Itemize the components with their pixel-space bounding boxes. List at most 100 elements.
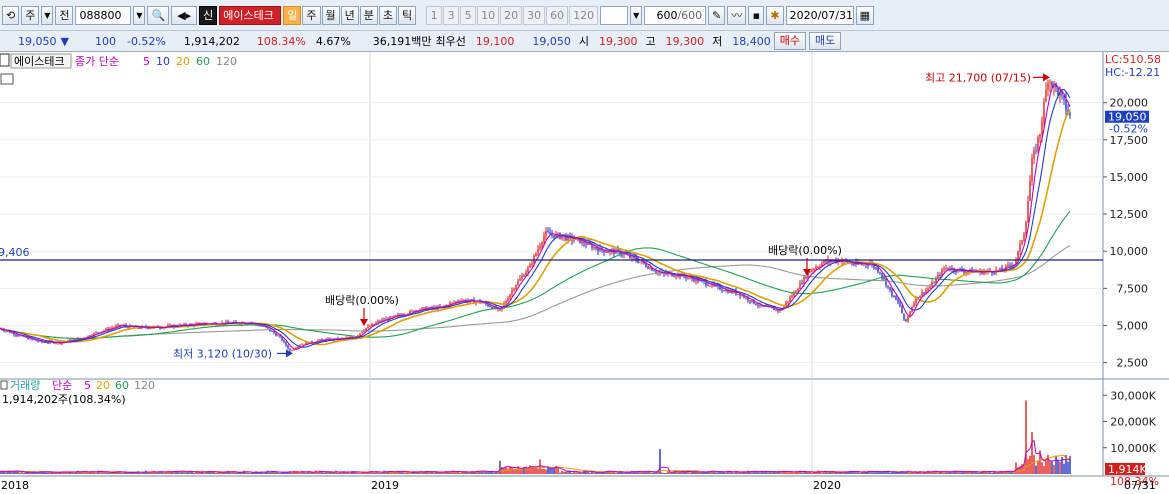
candle-body [737, 294, 739, 296]
volume-bar [595, 472, 597, 474]
volume-bar [21, 471, 23, 474]
candle-body [1021, 240, 1023, 244]
candle-body [927, 288, 929, 291]
minute-tab-120[interactable]: 120 [569, 5, 599, 25]
market-dropdown-arrow[interactable]: ▼ [41, 5, 54, 25]
volume-bar [633, 472, 635, 474]
candle-body [585, 243, 587, 245]
minute-tab-60[interactable]: 60 [546, 5, 569, 25]
speaker-icon[interactable]: ◀▸ [171, 5, 198, 25]
volume-bar [405, 472, 407, 474]
market-type-button[interactable]: 주 [21, 5, 40, 25]
volume-tick-label: 30,000K [1110, 389, 1156, 402]
period-tab-3[interactable]: 년 [340, 5, 359, 25]
candle-body [377, 321, 379, 323]
period-tab-1[interactable]: 주 [302, 5, 321, 25]
chart-svg[interactable]: 2,5005,0007,50010,00012,50015,00017,5002… [0, 52, 1169, 494]
candle-body [421, 307, 423, 310]
volume-bar [793, 472, 795, 474]
minute-tab-5[interactable]: 5 [460, 5, 477, 25]
minute-tab-1[interactable]: 1 [426, 5, 443, 25]
candle-body [119, 324, 121, 326]
candle-body [1023, 234, 1025, 241]
volume-bar [557, 468, 559, 474]
volume-bar [625, 472, 627, 474]
volume-bar [1025, 400, 1027, 474]
volume-bar [701, 472, 703, 474]
candle-body [367, 326, 369, 328]
volume-bar [373, 472, 375, 474]
candle-body [47, 342, 49, 344]
volume-bar [661, 472, 663, 474]
sell-button[interactable]: 매도 [809, 32, 842, 50]
high-annotation: 최고 21,700 (07/15) [925, 71, 1031, 84]
bar-count-field[interactable]: 600/600 [644, 5, 707, 25]
volume-bar [571, 472, 573, 474]
chart-area[interactable]: 2,500 5,000 7,500 10,000 12,500 15,000 17,500 2… [0, 52, 1169, 494]
volume-bar [299, 472, 301, 474]
volume-bar [909, 472, 911, 474]
minute-tab-30[interactable]: 30 [523, 5, 546, 25]
candle-body [543, 235, 545, 243]
calendar-icon[interactable]: ▦ [855, 5, 875, 25]
stock-code-input[interactable]: 088800 [75, 5, 132, 25]
candle-body [803, 277, 805, 284]
custom-period-input[interactable] [600, 5, 629, 25]
prev-button[interactable]: 전 [55, 5, 74, 25]
candle-body [25, 336, 27, 338]
period-tab-4[interactable]: 분 [359, 5, 378, 25]
volume-bar [759, 472, 761, 474]
volume-legend-ma-20: 20 [96, 379, 110, 392]
period-tab-2[interactable]: 월 [321, 5, 340, 25]
volume-bar [565, 471, 567, 474]
volume-bar [767, 471, 769, 474]
tools-icon[interactable]: ✎ [708, 5, 726, 25]
volume-bar [47, 472, 49, 474]
best-ask: 19,100 [475, 34, 515, 48]
candle-body [531, 263, 533, 265]
minute-tab-10[interactable]: 10 [477, 5, 500, 25]
candle-body [1019, 243, 1021, 252]
volume-bar [417, 472, 419, 474]
search-icon[interactable]: 🔍 [147, 5, 170, 25]
save-icon[interactable]: ▪ [748, 5, 765, 25]
gear-icon[interactable]: ✱ [766, 5, 784, 25]
indicator-icon[interactable]: 〰 [727, 5, 747, 25]
volume-bar [185, 472, 187, 474]
current-price: 19,050 [18, 34, 57, 48]
candle-body [1039, 134, 1041, 138]
volume-bar [537, 468, 539, 474]
minute-tab-20[interactable]: 20 [500, 5, 523, 25]
candle-body [117, 324, 119, 326]
volume-bar [943, 472, 945, 474]
code-dropdown-arrow[interactable]: ▼ [133, 5, 146, 25]
candle-body [673, 276, 675, 278]
period-tab-6[interactable]: 틱 [398, 5, 417, 25]
period-tab-5[interactable]: 초 [378, 5, 398, 25]
volume-bar [35, 472, 37, 474]
custom-period-dropdown[interactable]: ▼ [630, 5, 643, 25]
buy-button[interactable]: 매수 [773, 32, 807, 50]
volume-bar [995, 472, 997, 474]
volume-bar [347, 472, 349, 474]
volume-bar [715, 472, 717, 474]
candle-body [687, 277, 689, 279]
legend-ma-60: 60 [196, 55, 210, 68]
minute-tab-3[interactable]: 3 [443, 5, 460, 25]
bar-count-value: 600 [656, 8, 678, 22]
high-price: 19,300 [665, 34, 705, 48]
price-change: 100 [94, 34, 116, 48]
volume-bar [455, 472, 457, 474]
refresh-icon[interactable]: ⟲ [2, 5, 20, 25]
candle-body [17, 335, 19, 337]
volume-bar [1031, 432, 1033, 474]
candle-body [593, 246, 595, 249]
date-field[interactable]: 2020/07/31 [785, 5, 854, 25]
volume-bar [945, 470, 947, 474]
period-tab-0[interactable]: 일 [283, 5, 302, 25]
volume-bar [997, 472, 999, 474]
volume-bar [507, 468, 509, 474]
volume-bar [493, 472, 495, 474]
candle-body [1045, 89, 1047, 102]
volume-bar [213, 471, 215, 474]
